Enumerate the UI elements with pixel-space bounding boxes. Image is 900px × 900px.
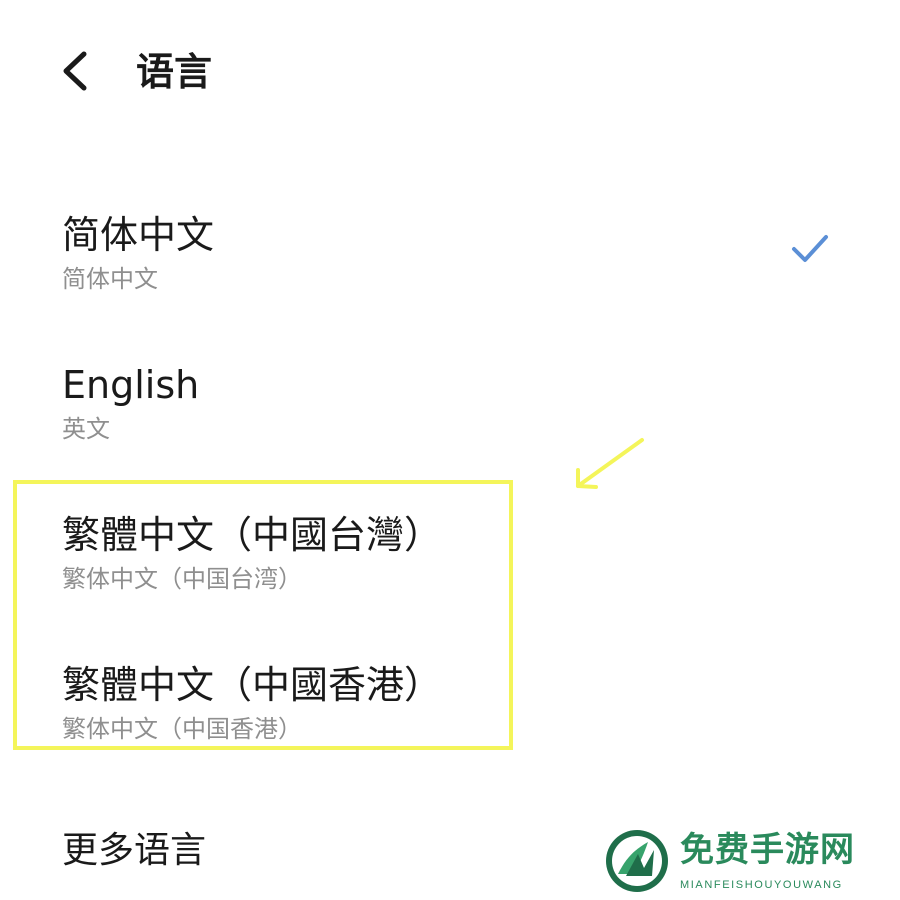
page-title: 语言 (136, 50, 213, 94)
language-subtitle: 简体中文 (62, 265, 158, 293)
language-item-simplified-chinese[interactable]: 简体中文 简体中文 (0, 190, 900, 320)
chevron-left-icon (63, 51, 87, 91)
language-subtitle: 英文 (62, 415, 110, 443)
watermark-subtitle: MIANFEISHOUYOUWANG (680, 879, 843, 891)
language-name: 繁體中文（中國香港） (62, 663, 443, 707)
more-languages-item[interactable]: 更多语言 (62, 828, 206, 874)
header-bar: 语言 (0, 0, 900, 140)
language-item-traditional-chinese-taiwan[interactable]: 繁體中文（中國台灣） 繁体中文（中国台湾） (0, 490, 900, 620)
language-name: 简体中文 (62, 213, 215, 257)
language-name: English (62, 363, 200, 407)
language-subtitle: 繁体中文（中国台湾） (62, 565, 302, 593)
watermark-title: 免费手游网 (680, 830, 855, 870)
language-item-english[interactable]: English 英文 (0, 340, 900, 470)
back-button[interactable] (52, 46, 102, 96)
language-name: 繁體中文（中國台灣） (62, 513, 443, 557)
watermark: 免费手游网 MIANFEISHOUYOUWANG (600, 826, 896, 896)
language-subtitle: 繁体中文（中国香港） (62, 715, 302, 743)
watermark-logo-icon (606, 830, 668, 892)
checkmark-icon (792, 235, 828, 262)
language-item-traditional-chinese-hongkong[interactable]: 繁體中文（中國香港） 繁体中文（中国香港） (0, 640, 900, 770)
